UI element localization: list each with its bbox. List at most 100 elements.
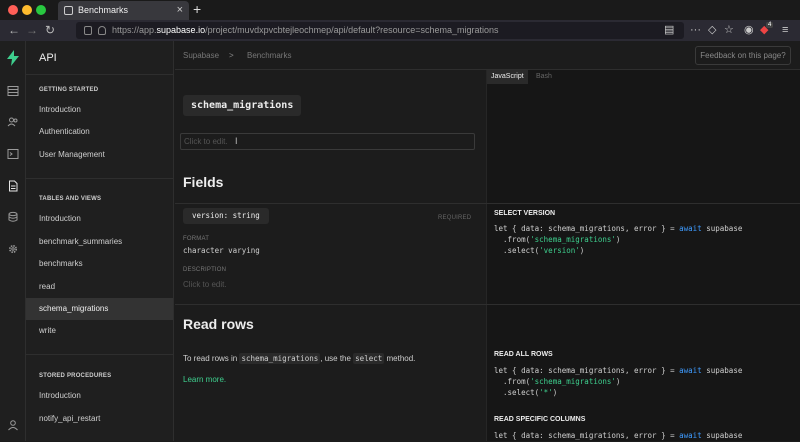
breadcrumb-project[interactable]: Benchmarks [247,51,291,60]
sidebar-item-schema-migrations[interactable]: schema_migrations [26,298,173,320]
menu-hamburger-icon[interactable]: ≡ [782,24,788,36]
fields-heading: Fields [183,174,224,190]
url-path: /project/muvdxpvcbtejleochmep/api/defaul… [205,25,499,35]
code-text: .from( [494,376,531,386]
table-editor-icon[interactable] [7,85,19,97]
breadcrumb-separator: > [229,51,234,60]
text-cursor-icon: I [235,136,238,146]
code-string: '*' [539,387,553,397]
auth-users-icon[interactable] [7,116,19,128]
resource-name-chip: schema_migrations [183,95,302,116]
shield-icon [84,26,92,35]
user-account-icon[interactable] [7,419,19,431]
browser-tab[interactable]: Benchmarks × [58,1,189,20]
code-select-version: let { data: schema_migrations, error } =… [494,224,742,256]
window-close-button[interactable] [8,5,18,15]
forward-arrow-icon[interactable]: → [26,23,38,37]
read-rows-text: To read rows in [183,354,238,363]
supabase-logo-icon[interactable] [7,50,19,66]
breadcrumb-org[interactable]: Supabase [183,51,219,60]
sidebar-item-procedures-introduction[interactable]: Introduction [26,385,173,407]
code-read-all: let { data: schema_migrations, error } =… [494,366,742,398]
api-docs-icon[interactable] [7,180,19,192]
url-host: supabase.io [156,25,206,35]
sql-terminal-icon[interactable] [7,148,19,160]
lock-icon [98,26,106,35]
sidebar-item-benchmark-summaries[interactable]: benchmark_summaries [26,231,173,253]
code-read-specific: let { data: schema_migrations, error } =… [494,431,742,442]
sidebar-item-user-management[interactable]: User Management [26,144,173,166]
tab-close-icon[interactable]: × [177,1,183,20]
field-description-input[interactable]: Click to edit. [183,280,227,289]
sidebar-item-notify-api-restart[interactable]: notify_api_restart [26,408,173,430]
tab-bash[interactable]: Bash [532,70,556,84]
code-text: supabase [701,431,743,440]
sidebar-item-tables-introduction[interactable]: Introduction [26,208,173,230]
code-string: 'version' [539,245,580,255]
main-content: Supabase > Benchmarks Feedback on this p… [175,41,800,441]
section-heading-getting-started: GETTING STARTED [39,87,99,93]
field-column-chip: version: string [183,208,269,224]
window-minimize-button[interactable] [22,5,32,15]
new-tab-button[interactable]: + [193,1,201,18]
select-method-code: select [353,353,385,364]
sidebar-item-introduction[interactable]: Introduction [26,99,173,121]
back-arrow-icon[interactable]: ← [8,23,20,37]
feedback-button[interactable]: Feedback on this page? [695,46,791,65]
snippet-title-select-version: SELECT VERSION [494,210,556,217]
reader-view-icon[interactable]: ▤ [664,24,674,36]
snippet-title-read-all: READ ALL ROWS [494,351,553,358]
code-text: supabase [701,366,743,375]
bookmark-star-icon[interactable]: ☆ [724,24,734,36]
code-text: ) [552,387,558,397]
snippet-title-read-specific: READ SPECIFIC COLUMNS [494,416,586,423]
code-keyword: await [679,224,702,233]
code-string: 'schema_migrations' [530,376,616,386]
tab-title: Benchmarks [78,5,129,15]
window-maximize-button[interactable] [36,5,46,15]
tab-javascript[interactable]: JavaScript [487,70,528,84]
url-bar[interactable]: https://app.supabase.io/project/muvdxpvc… [76,22,684,39]
learn-more-link[interactable]: Learn more. [183,375,226,384]
description-label: DESCRIPTION [183,267,227,273]
code-text: supabase [701,224,743,233]
code-text: let { data: schema_migrations, error } = [494,366,680,375]
code-text: .select( [494,245,540,255]
code-panel: JavaScript Bash SELECT VERSION let { dat… [486,70,800,441]
top-bar: Supabase > Benchmarks Feedback on this p… [175,41,800,70]
format-label: FORMAT [183,236,210,242]
sidebar-item-benchmarks[interactable]: benchmarks [26,253,173,275]
pocket-icon[interactable]: ◇ [708,24,716,36]
extension-badge: 4 [766,22,774,28]
code-string: 'schema_migrations' [530,234,616,244]
reload-icon[interactable]: ↻ [45,23,55,37]
sidebar-title: API [39,52,57,64]
sidebar-divider [26,354,173,355]
account-icon[interactable]: ◉ [744,24,754,36]
docs-column: schema_migrations Click to edit. I [175,70,486,441]
browser-tab-bar: Benchmarks × + [0,0,800,20]
format-value: character varying [183,246,260,255]
sidebar-item-read[interactable]: read [26,276,173,298]
sidebar-item-write[interactable]: write [26,320,173,342]
tab-favicon-icon [64,6,73,15]
code-text: ) [579,245,585,255]
section-heading-stored-procedures: STORED PROCEDURES [39,373,112,379]
section-heading-tables-views: TABLES AND VIEWS [39,196,102,202]
more-actions-icon[interactable]: ··· [690,24,701,36]
section-divider [175,203,800,204]
resource-description-input[interactable]: Click to edit. [180,133,475,150]
code-keyword: await [679,431,702,440]
settings-gear-icon[interactable] [7,243,19,255]
code-text: .select( [494,387,540,397]
read-rows-heading: Read rows [183,316,254,332]
icon-rail [0,41,26,441]
code-text: ) [615,234,621,244]
sidebar-divider [26,74,173,75]
table-name-code: schema_migrations [239,353,321,364]
sidebar-item-authentication[interactable]: Authentication [26,121,173,143]
database-icon[interactable] [7,211,19,223]
read-rows-description: To read rows in schema_migrations, use t… [183,353,415,364]
section-divider [175,304,800,305]
code-text: .from( [494,234,531,244]
